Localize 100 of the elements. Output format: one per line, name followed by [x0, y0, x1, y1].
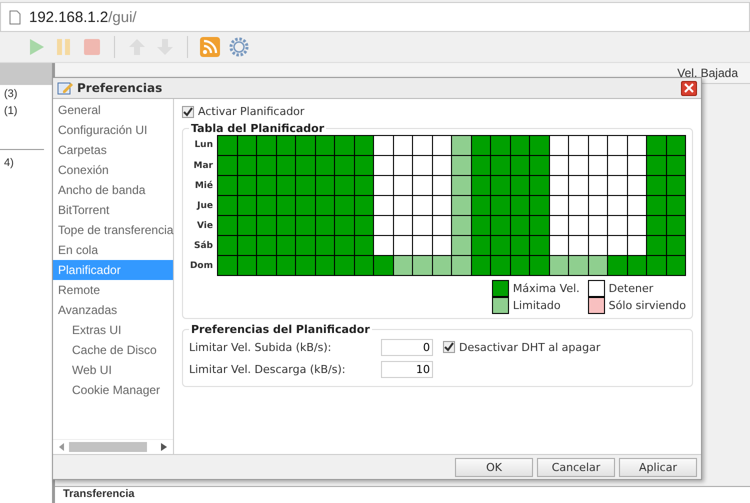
- full-speed-cell[interactable]: [238, 196, 257, 216]
- limited-cell[interactable]: [452, 196, 472, 216]
- full-speed-cell[interactable]: [218, 216, 238, 236]
- full-speed-cell[interactable]: [335, 196, 354, 216]
- stopped-cell[interactable]: [432, 176, 452, 196]
- full-speed-cell[interactable]: [257, 196, 276, 216]
- full-speed-cell[interactable]: [257, 236, 276, 256]
- stopped-cell[interactable]: [628, 216, 647, 236]
- full-speed-cell[interactable]: [530, 196, 550, 216]
- stopped-cell[interactable]: [608, 216, 628, 236]
- full-speed-cell[interactable]: [316, 216, 335, 236]
- full-speed-cell[interactable]: [666, 256, 686, 276]
- full-speed-cell[interactable]: [472, 256, 491, 276]
- full-speed-cell[interactable]: [647, 156, 666, 176]
- full-speed-cell[interactable]: [218, 256, 238, 276]
- stopped-cell[interactable]: [588, 196, 608, 216]
- stopped-cell[interactable]: [550, 136, 569, 156]
- sidebar-item[interactable]: Avanzadas: [53, 300, 173, 320]
- full-speed-cell[interactable]: [276, 176, 296, 196]
- stopped-cell[interactable]: [432, 236, 452, 256]
- stopped-cell[interactable]: [608, 196, 628, 216]
- full-speed-cell[interactable]: [257, 136, 276, 156]
- stopped-cell[interactable]: [628, 176, 647, 196]
- full-speed-cell[interactable]: [238, 136, 257, 156]
- stopped-cell[interactable]: [413, 176, 432, 196]
- limited-cell[interactable]: [432, 256, 452, 276]
- full-speed-cell[interactable]: [491, 216, 510, 236]
- stopped-cell[interactable]: [588, 136, 608, 156]
- full-speed-cell[interactable]: [296, 176, 316, 196]
- full-speed-cell[interactable]: [276, 216, 296, 236]
- stopped-cell[interactable]: [628, 156, 647, 176]
- dialog-button[interactable]: OK: [455, 458, 533, 476]
- address-bar[interactable]: 192.168.1.2/gui/: [0, 2, 750, 32]
- full-speed-cell[interactable]: [218, 156, 238, 176]
- full-speed-cell[interactable]: [510, 236, 530, 256]
- full-speed-cell[interactable]: [647, 136, 666, 156]
- sidebar-item[interactable]: Extras UI: [53, 320, 173, 340]
- full-speed-cell[interactable]: [510, 176, 530, 196]
- stopped-cell[interactable]: [394, 196, 413, 216]
- stopped-cell[interactable]: [608, 176, 628, 196]
- sidebar-item[interactable]: Tope de transferencia: [53, 220, 173, 240]
- limited-cell[interactable]: [550, 256, 569, 276]
- full-speed-cell[interactable]: [647, 176, 666, 196]
- stopped-cell[interactable]: [608, 236, 628, 256]
- full-speed-cell[interactable]: [530, 256, 550, 276]
- limited-cell[interactable]: [452, 136, 472, 156]
- full-speed-cell[interactable]: [510, 216, 530, 236]
- full-speed-cell[interactable]: [316, 236, 335, 256]
- full-speed-cell[interactable]: [510, 156, 530, 176]
- full-speed-cell[interactable]: [510, 256, 530, 276]
- full-speed-cell[interactable]: [354, 256, 374, 276]
- full-speed-cell[interactable]: [647, 196, 666, 216]
- full-speed-cell[interactable]: [218, 176, 238, 196]
- full-speed-cell[interactable]: [238, 216, 257, 236]
- full-speed-cell[interactable]: [276, 196, 296, 216]
- stopped-cell[interactable]: [550, 196, 569, 216]
- sidebar-item[interactable]: Planificador: [53, 260, 173, 280]
- full-speed-cell[interactable]: [276, 236, 296, 256]
- limited-cell[interactable]: [452, 236, 472, 256]
- stopped-cell[interactable]: [550, 236, 569, 256]
- input-field[interactable]: 0: [381, 338, 433, 356]
- full-speed-cell[interactable]: [491, 176, 510, 196]
- full-speed-cell[interactable]: [628, 256, 647, 276]
- stopped-cell[interactable]: [608, 136, 628, 156]
- stopped-cell[interactable]: [588, 236, 608, 256]
- full-speed-cell[interactable]: [374, 256, 394, 276]
- stopped-cell[interactable]: [569, 236, 588, 256]
- dht-checkbox[interactable]: Desactivar DHT al apagar: [443, 340, 600, 354]
- full-speed-cell[interactable]: [238, 156, 257, 176]
- full-speed-cell[interactable]: [296, 136, 316, 156]
- full-speed-cell[interactable]: [335, 216, 354, 236]
- full-speed-cell[interactable]: [666, 236, 686, 256]
- stopped-cell[interactable]: [569, 216, 588, 236]
- sidebar-item[interactable]: Conexión: [53, 160, 173, 180]
- stopped-cell[interactable]: [432, 136, 452, 156]
- full-speed-cell[interactable]: [491, 136, 510, 156]
- stopped-cell[interactable]: [628, 196, 647, 216]
- stopped-cell[interactable]: [628, 236, 647, 256]
- stopped-cell[interactable]: [569, 196, 588, 216]
- full-speed-cell[interactable]: [530, 156, 550, 176]
- full-speed-cell[interactable]: [491, 236, 510, 256]
- full-speed-cell[interactable]: [530, 236, 550, 256]
- full-speed-cell[interactable]: [666, 216, 686, 236]
- scroll-left-icon[interactable]: [59, 443, 65, 451]
- full-speed-cell[interactable]: [472, 236, 491, 256]
- full-speed-cell[interactable]: [354, 196, 374, 216]
- stopped-cell[interactable]: [588, 176, 608, 196]
- full-speed-cell[interactable]: [296, 256, 316, 276]
- stopped-cell[interactable]: [413, 196, 432, 216]
- sidebar-item[interactable]: Web UI: [53, 360, 173, 380]
- sidebar-item[interactable]: Cache de Disco: [53, 340, 173, 360]
- stopped-cell[interactable]: [394, 176, 413, 196]
- full-speed-cell[interactable]: [296, 196, 316, 216]
- full-speed-cell[interactable]: [316, 176, 335, 196]
- limited-cell[interactable]: [452, 156, 472, 176]
- full-speed-cell[interactable]: [257, 216, 276, 236]
- full-speed-cell[interactable]: [491, 196, 510, 216]
- full-speed-cell[interactable]: [316, 256, 335, 276]
- full-speed-cell[interactable]: [218, 136, 238, 156]
- full-speed-cell[interactable]: [666, 136, 686, 156]
